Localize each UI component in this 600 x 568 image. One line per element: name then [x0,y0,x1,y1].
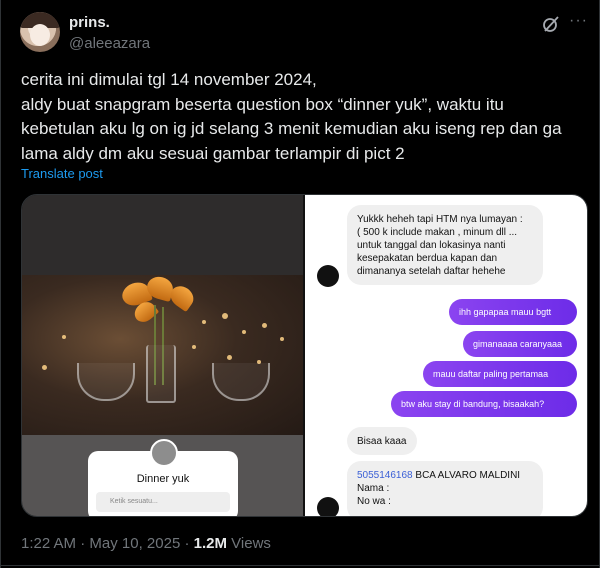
dm-text-line: kesepakatan berdua kapan dan [357,253,498,264]
translate-post-link[interactable]: Translate post [21,166,103,181]
account-number: 5055146168 [357,470,413,481]
question-box-title: Dinner yuk [136,473,190,485]
post-metadata: 1:22 AM · May 10, 2025 · 1.2M Views [21,535,271,552]
dm-message-payment: 5055146168 BCA ALVARO MALDINI Nama : No … [347,461,543,516]
post-time[interactable]: 1:22 AM [21,535,76,552]
grok-icon[interactable] [542,15,560,33]
dm-text-line: dimananya setelah daftar hehehe [357,266,506,277]
payment-field-name: Nama : [357,483,390,494]
dm-sender-avatar [317,497,339,516]
dm-message-outgoing: ihh gapapaa mauu bgtt [449,299,577,325]
story-avatar [150,439,178,467]
more-icon[interactable]: ··· [569,12,588,30]
payment-line: 5055146168 BCA ALVARO MALDINI [357,469,533,482]
dm-text-line: Yukkk heheh tapi HTM nya lumayan : [357,214,523,225]
tweet-line: aldy buat snapgram beserta question box … [21,94,504,114]
dm-sender-avatar [317,265,339,287]
post-container: prins. @aleeazara ··· cerita ini dimulai… [0,0,600,568]
views-count[interactable]: 1.2M [194,535,227,552]
payment-field-wa: No wa : [357,496,391,507]
media-image-2[interactable]: Yukkk heheh tapi HTM nya lumayan : ( 500… [305,195,587,516]
media-image-1[interactable]: Dinner yuk Ketik sesuatu... [22,195,303,516]
meta-separator: · [80,535,86,552]
tweet-line: lama aldy dm aku sesuai gambar terlampir… [21,143,405,163]
dinner-scene-photo [22,274,303,435]
dm-text-line: ( 500 k include makan , minum dll ... [357,227,518,238]
media-grid: Dinner yuk Ketik sesuatu... Yukkk heheh … [21,194,588,517]
divider [1,565,600,566]
tweet-text: cerita ini dimulai tgl 14 november 2024,… [21,68,581,166]
author-name[interactable]: prins. [69,14,110,31]
dm-message-outgoing: btw aku stay di bandung, bisaakah? [391,391,577,417]
tweet-line: kebetulan aku lg on ig jd selang 3 menit… [21,119,562,138]
account-name: BCA ALVARO MALDINI [415,470,521,481]
author-handle[interactable]: @aleeazara [69,35,150,52]
dm-message-outgoing: gimanaaaa caranyaaa [463,331,577,357]
views-label: Views [231,535,271,552]
tweet-line: cerita ini dimulai tgl 14 november 2024, [21,70,317,89]
dm-message-incoming: Bisaa kaaa [347,427,417,455]
post-date[interactable]: May 10, 2025 [89,535,180,552]
dm-message-outgoing: mauu daftar paling pertamaa [423,361,577,387]
author-avatar[interactable] [20,12,60,52]
dm-message-incoming: Yukkk heheh tapi HTM nya lumayan : ( 500… [347,205,543,285]
question-box-input: Ketik sesuatu... [96,492,230,512]
dm-text-line: untuk tanggal dan lokasinya nanti [357,240,506,251]
meta-separator: · [184,535,190,552]
